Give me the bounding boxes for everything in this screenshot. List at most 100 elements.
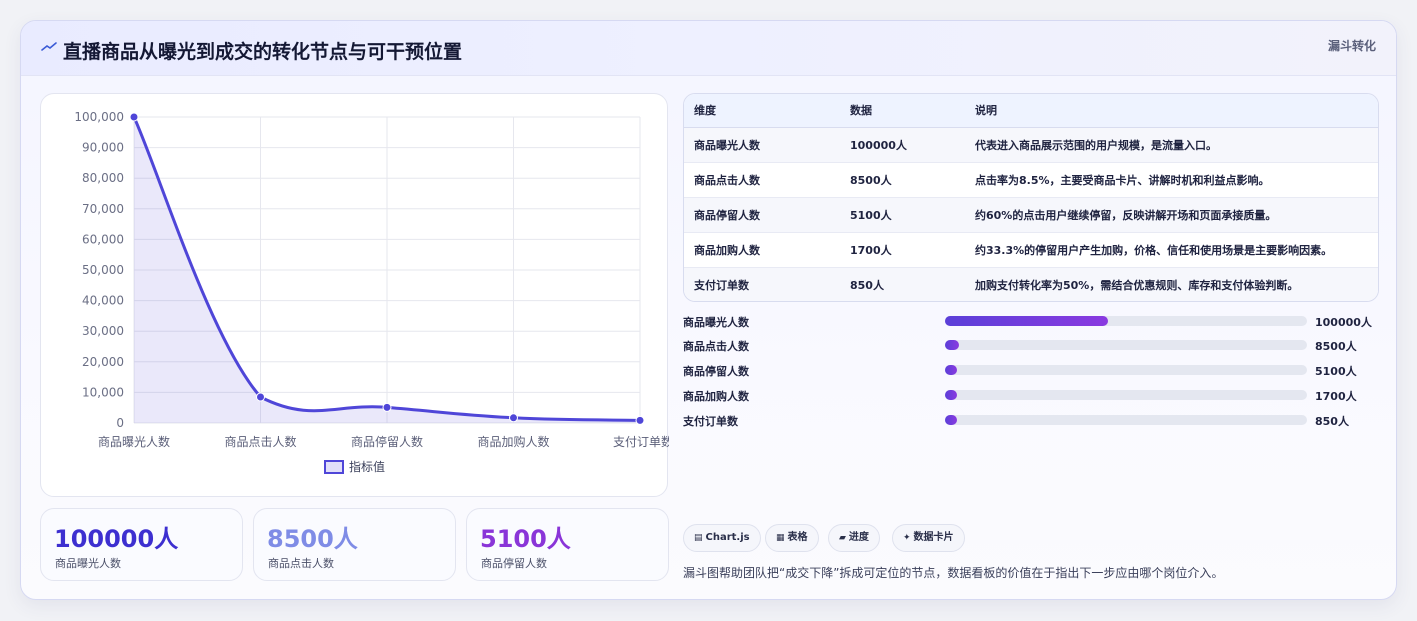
table-cell: 5100人 <box>850 197 975 233</box>
table-cell: 商品曝光人数 <box>684 127 850 163</box>
kpi-label: 商品停留人数 <box>481 557 547 570</box>
x-tick-label: 商品停留人数 <box>351 434 423 449</box>
data-table: 维度 数据 说明 商品曝光人数 100000人 代表进入商品展示范围的用户规模，… <box>683 93 1379 302</box>
table-cell: 1700人 <box>850 232 975 268</box>
column-header: 维度 <box>684 94 850 128</box>
progress-fill <box>945 415 957 425</box>
column-header: 说明 <box>975 94 1378 128</box>
y-tick-label: 60,000 <box>82 232 124 246</box>
x-tick-label: 商品点击人数 <box>224 434 296 449</box>
line-chart: 100,000 90,000 80,000 70,000 60,000 50,000 40,… <box>74 110 669 474</box>
chip-progress[interactable]: ▰ 进度 <box>828 524 880 552</box>
table-row: 支付订单数 850人 加购支付转化率为50%，需结合优惠规则、库存和支付体验判断… <box>684 267 1378 301</box>
table-cell: 商品点击人数 <box>684 162 850 198</box>
progress-label: 商品曝光人数 <box>683 316 749 329</box>
table-cell: 约33.3%的停留用户产生加购，价格、信任和使用场景是主要影响因素。 <box>975 232 1378 268</box>
progress-label: 支付订单数 <box>683 415 738 428</box>
line-chart-panel: 100,000 90,000 80,000 70,000 60,000 50,000 40,… <box>40 93 669 497</box>
table-icon: ▦ <box>776 533 785 543</box>
y-tick-label: 0 <box>116 416 124 430</box>
progress-value: 850人 <box>1315 415 1349 428</box>
data-point <box>256 392 265 402</box>
chip-label: 表格 <box>787 532 808 543</box>
progress-value: 5100人 <box>1315 365 1357 378</box>
table-cell: 代表进入商品展示范围的用户规模，是流量入口。 <box>975 127 1378 163</box>
y-tick-label: 100,000 <box>74 110 124 124</box>
table-row: 商品点击人数 8500人 点击率为8.5%，主要受商品卡片、讲解时机和利益点影响… <box>684 162 1378 198</box>
kpi-card-stay: 5100人 商品停留人数 <box>466 508 669 581</box>
table-cell: 加购支付转化率为50%，需结合优惠规则、库存和支付体验判断。 <box>975 267 1378 301</box>
table-row: 商品停留人数 5100人 约60%的点击用户继续停留，反映讲解开场和页面承接质量… <box>684 197 1378 233</box>
progress-value: 8500人 <box>1315 340 1357 353</box>
progress-track <box>945 365 1307 375</box>
x-tick-label: 商品曝光人数 <box>98 434 170 449</box>
x-tick-label: 商品加购人数 <box>477 434 549 449</box>
table-cell: 商品停留人数 <box>684 197 850 233</box>
kpi-value: 100000人 <box>54 525 179 553</box>
y-tick-label: 10,000 <box>82 385 124 399</box>
progress-row: 商品曝光人数 100000人 <box>683 313 1383 331</box>
table-header-row: 维度 数据 说明 <box>684 94 1378 128</box>
table-cell: 商品加购人数 <box>684 232 850 268</box>
dashboard-card: 直播商品从曝光到成交的转化节点与可干预位置 漏斗转化 100,000 90,000… <box>20 20 1397 600</box>
y-tick-label: 90,000 <box>82 141 124 155</box>
table-cell: 850人 <box>850 267 975 301</box>
data-point <box>129 112 139 122</box>
y-tick-label: 80,000 <box>82 171 124 185</box>
y-tick-label: 20,000 <box>82 355 124 369</box>
funnel-tag: 漏斗转化 <box>1327 39 1376 53</box>
column-header: 数据 <box>850 94 975 128</box>
table-row: 商品加购人数 1700人 约33.3%的停留用户产生加购，价格、信任和使用场景是… <box>684 232 1378 268</box>
progress-row: 商品加购人数 1700人 <box>683 387 1383 405</box>
progress-icon: ▰ <box>839 533 846 543</box>
kpi-label: 商品点击人数 <box>268 557 334 570</box>
table-cell: 100000人 <box>850 127 975 163</box>
y-tick-label: 30,000 <box>82 324 124 338</box>
x-tick-label: 支付订单数 <box>613 434 669 449</box>
kpi-card-exposure: 100000人 商品曝光人数 <box>40 508 243 581</box>
progress-track <box>945 340 1307 350</box>
table-row: 商品曝光人数 100000人 代表进入商品展示范围的用户规模，是流量入口。 <box>684 127 1378 163</box>
progress-row: 商品停留人数 5100人 <box>683 362 1383 380</box>
card-header: 直播商品从曝光到成交的转化节点与可干预位置 漏斗转化 <box>21 21 1396 76</box>
progress-fill <box>945 316 1108 326</box>
chip-label: Chart.js <box>705 532 750 543</box>
progress-row: 商品点击人数 8500人 <box>683 337 1383 355</box>
chip-label: 数据卡片 <box>913 532 954 543</box>
footnote: 漏斗图帮助团队把“成交下降”拆成可定位的节点，数据看板的价值在于指出下一步应由哪… <box>683 566 1224 580</box>
chip-table[interactable]: ▦ 表格 <box>765 524 819 552</box>
table-cell: 支付订单数 <box>684 267 850 301</box>
progress-label: 商品停留人数 <box>683 365 749 378</box>
progress-label: 商品点击人数 <box>683 340 749 353</box>
table-cell: 点击率为8.5%，主要受商品卡片、讲解时机和利益点影响。 <box>975 162 1378 198</box>
kpi-card-click: 8500人 商品点击人数 <box>253 508 456 581</box>
kpi-value: 5100人 <box>480 525 571 553</box>
progress-value: 1700人 <box>1315 390 1357 403</box>
trend-line-icon <box>41 42 57 51</box>
chip-data-card[interactable]: ✦ 数据卡片 <box>892 524 965 552</box>
y-tick-label: 40,000 <box>82 294 124 308</box>
data-point <box>635 415 645 425</box>
progress-track <box>945 316 1307 326</box>
legend-swatch <box>324 460 344 474</box>
table-cell: 8500人 <box>850 162 975 198</box>
data-point <box>382 402 392 412</box>
chip-label: 进度 <box>848 532 869 543</box>
progress-fill <box>945 365 957 375</box>
progress-row: 支付订单数 850人 <box>683 412 1383 430</box>
progress-value: 100000人 <box>1315 316 1372 329</box>
y-tick-label: 50,000 <box>82 263 124 277</box>
table-cell: 约60%的点击用户继续停留，反映讲解开场和页面承接质量。 <box>975 197 1378 233</box>
progress-label: 商品加购人数 <box>683 390 749 403</box>
sparkle-icon: ✦ <box>903 533 911 543</box>
kpi-label: 商品曝光人数 <box>55 557 121 570</box>
data-point <box>509 413 518 423</box>
y-tick-label: 70,000 <box>82 202 124 216</box>
kpi-value: 8500人 <box>267 525 358 553</box>
progress-fill <box>945 340 959 350</box>
chart-icon: ▤ <box>694 533 703 543</box>
progress-fill <box>945 390 957 400</box>
progress-track <box>945 390 1307 400</box>
chip-chartjs[interactable]: ▤ Chart.js <box>683 524 761 552</box>
page-title: 直播商品从曝光到成交的转化节点与可干预位置 <box>63 41 463 63</box>
